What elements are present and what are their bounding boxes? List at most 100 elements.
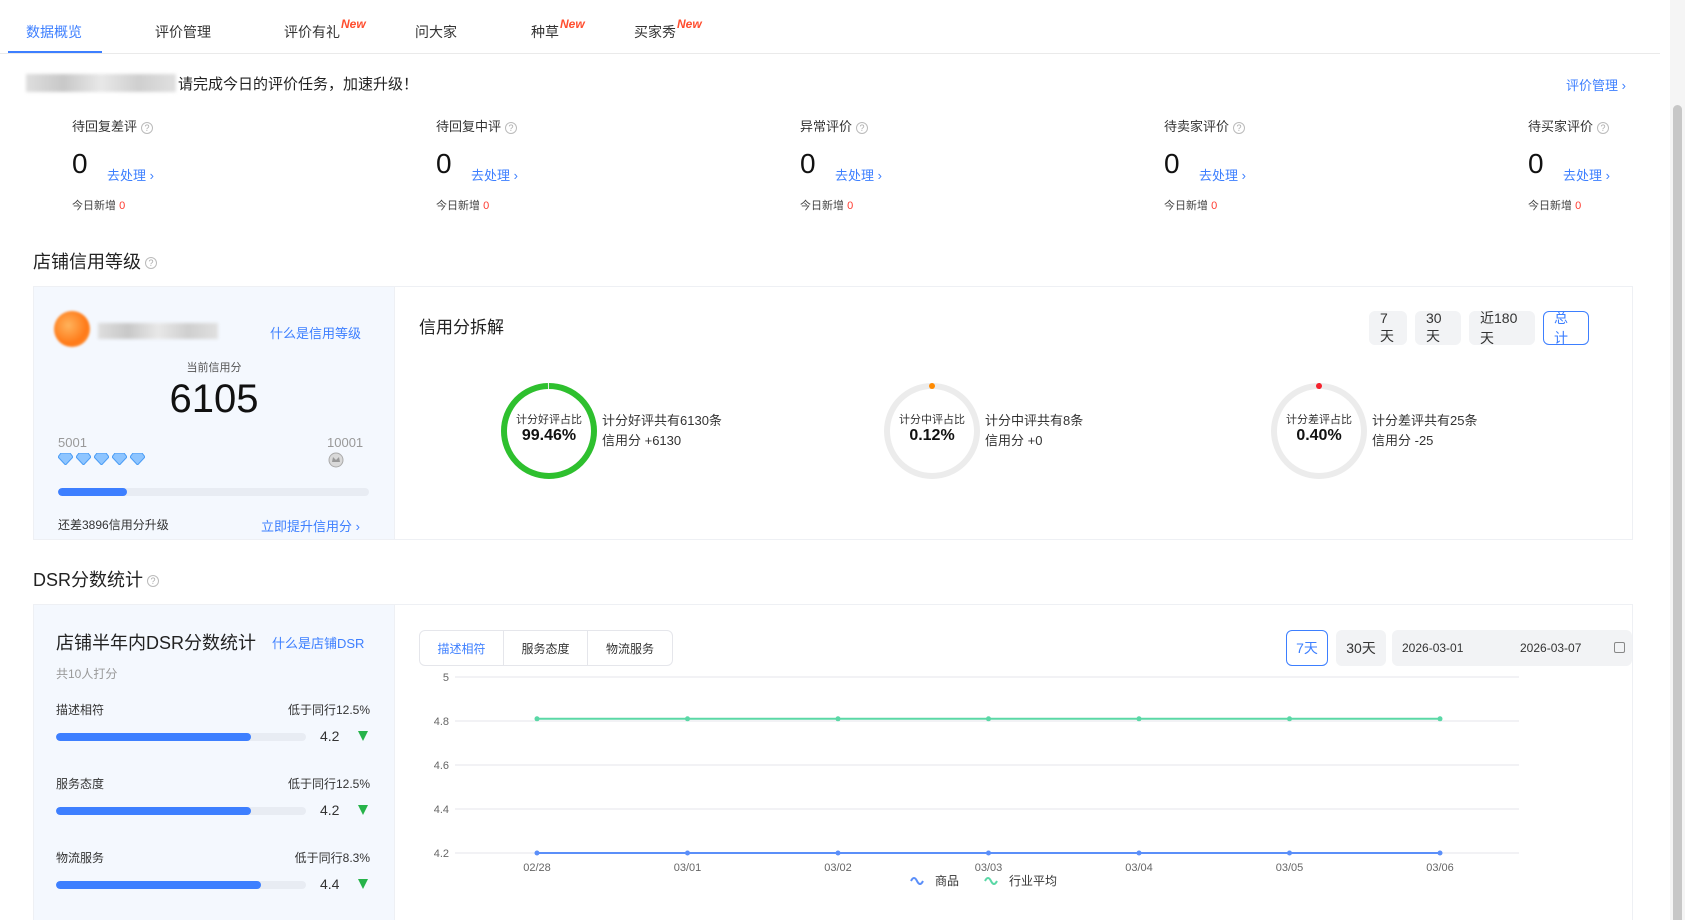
range-max: 10001	[327, 435, 364, 450]
process-link[interactable]: 去处理 ›	[471, 165, 518, 184]
stat-pending-seller: 待卖家评价? 0 去处理 › 今日新增 0	[1164, 116, 1384, 212]
data-point	[685, 716, 690, 722]
tab-label: 评价管理	[155, 24, 211, 40]
data-point	[1287, 716, 1292, 722]
process-link[interactable]: 去处理 ›	[1199, 165, 1246, 184]
diamond-icon	[94, 453, 109, 465]
dsr-panel-title: 店铺半年内DSR分数统计	[56, 633, 257, 653]
process-link[interactable]: 去处理 ›	[107, 165, 154, 184]
top-tab-bar: 数据概览 评价管理 评价有礼 New 问大家 种草 New 买家秀 New	[0, 0, 1660, 54]
x-tick-label: 03/02	[824, 862, 852, 874]
help-icon[interactable]: ?	[1597, 121, 1610, 134]
help-icon[interactable]: ?	[147, 575, 160, 588]
ring-label: 计分好评占比	[516, 414, 582, 426]
help-icon[interactable]: ?	[1233, 121, 1246, 134]
review-management-link[interactable]: 评价管理 ›	[1566, 75, 1626, 94]
data-point	[534, 716, 540, 722]
what-is-credit-link[interactable]: 什么是信用等级	[270, 323, 361, 342]
date-end[interactable]: 2026-03-07	[1520, 641, 1581, 655]
data-point	[986, 716, 991, 722]
y-tick-label: 4.6	[434, 760, 449, 772]
legend-label: 行业平均	[1009, 874, 1057, 888]
process-link[interactable]: 去处理 ›	[835, 165, 882, 184]
period-total-button[interactable]: 总计	[1543, 310, 1589, 346]
period-30d-button[interactable]: 30天	[1415, 310, 1461, 345]
dsr-metric-tabs: 描述相符 服务态度 物流服务	[419, 630, 673, 666]
data-point	[1437, 716, 1443, 722]
good-ratio-ring: 计分好评占比 99.46%	[499, 381, 599, 481]
dsr-score: 4.4	[320, 876, 340, 892]
period-selector: 7天 30天 近180天 总计	[1369, 310, 1589, 346]
period-180d-button[interactable]: 近180天	[1469, 310, 1535, 346]
legend-label: 商品	[935, 873, 959, 888]
down-arrow-icon	[358, 805, 368, 815]
dsr-score: 4.2	[320, 728, 340, 744]
period-30d-button[interactable]: 30天	[1336, 630, 1386, 666]
scrollbar-thumb[interactable]	[1673, 105, 1682, 920]
dsr-item-description: 描述相符 低于同行12.5% 4.2	[56, 701, 370, 761]
current-credit-label: 当前信用分	[186, 362, 242, 374]
tab-ask-everyone[interactable]: 问大家	[415, 22, 457, 42]
tab-buyer-show[interactable]: 买家秀 New	[634, 17, 702, 42]
ring-value: 0.12%	[909, 427, 955, 444]
what-is-dsr-link[interactable]: 什么是店铺DSR	[272, 633, 364, 652]
blurred-shop-name	[98, 323, 218, 339]
new-badge: New	[560, 17, 585, 31]
credit-breakdown: 信用分拆解 7天 30天 近180天 总计 计分好评占比 99.46% 计分好评…	[394, 287, 1632, 539]
tab-seeding[interactable]: 种草 New	[531, 17, 585, 42]
x-tick-label: 03/03	[975, 862, 1003, 874]
data-point	[685, 850, 690, 856]
data-point	[835, 850, 841, 856]
current-credit-score: 6105	[169, 377, 259, 421]
data-point	[986, 850, 991, 856]
date-start[interactable]: 2026-03-01	[1402, 641, 1463, 655]
help-icon[interactable]: ?	[141, 121, 154, 134]
today-new: 今日新增 0	[72, 200, 126, 212]
period-7d-button[interactable]: 7天	[1286, 630, 1328, 666]
data-point	[1136, 716, 1142, 722]
dsr-item-name: 物流服务	[56, 851, 105, 865]
ring-label: 计分中评占比	[899, 414, 965, 426]
crown-icon	[328, 452, 344, 468]
data-point	[835, 716, 841, 722]
x-tick-label: 02/28	[523, 862, 551, 874]
today-new: 今日新增 0	[1528, 200, 1582, 212]
stat-pending-negative: 待回复差评? 0 去处理 › 今日新增 0	[72, 116, 292, 212]
raise-credit-link[interactable]: 立即提升信用分 ›	[261, 516, 360, 535]
tab-logistics[interactable]: 物流服务	[588, 631, 672, 665]
tab-overview[interactable]: 数据概览	[26, 22, 82, 42]
date-range-picker[interactable]: 2026-03-01 2026-03-07	[1392, 630, 1632, 666]
raters-count: 共10人打分	[56, 667, 118, 681]
notice-text: 请完成今日的评价任务，加速升级！	[178, 75, 419, 93]
active-tab-indicator	[8, 51, 102, 53]
stat-label: 待回复差评?	[72, 116, 292, 135]
dsr-score: 4.2	[320, 802, 340, 818]
diamond-level	[58, 453, 145, 465]
tab-review-gift[interactable]: 评价有礼 New	[284, 17, 366, 42]
tab-review-management[interactable]: 评价管理	[155, 22, 211, 42]
period-7d-button[interactable]: 7天	[1369, 310, 1407, 345]
tab-service[interactable]: 服务态度	[504, 631, 588, 665]
stat-pending-neutral: 待回复中评? 0 去处理 › 今日新增 0	[436, 116, 656, 212]
today-new: 今日新增 0	[436, 200, 490, 212]
dsr-item-name: 服务态度	[56, 777, 105, 791]
process-link[interactable]: 去处理 ›	[1563, 165, 1610, 184]
down-arrow-icon	[358, 731, 368, 741]
diamond-icon	[112, 453, 127, 465]
tab-label: 问大家	[415, 24, 457, 40]
neutral-ratio-ring: 计分中评占比 0.12%	[882, 381, 982, 481]
data-point	[1287, 850, 1292, 856]
upgrade-gap-text: 还差3896信用分升级	[58, 518, 169, 532]
task-notice: 请完成今日的评价任务，加速升级！	[26, 72, 418, 94]
dsr-item-logistics: 物流服务 低于同行8.3% 4.4	[56, 849, 370, 909]
avatar	[54, 311, 90, 347]
help-icon[interactable]: ?	[505, 121, 518, 134]
credit-panel: 什么是信用等级 当前信用分 6105 5001 10001 还差3896信用分升…	[33, 286, 1633, 540]
help-icon[interactable]: ?	[145, 257, 157, 270]
tab-description[interactable]: 描述相符	[420, 631, 504, 665]
calendar-icon[interactable]	[1614, 642, 1625, 653]
dsr-item-name: 描述相符	[56, 703, 105, 717]
new-badge: New	[677, 17, 702, 31]
negative-ratio-ring: 计分差评占比 0.40%	[1269, 381, 1369, 481]
help-icon[interactable]: ?	[856, 121, 869, 134]
